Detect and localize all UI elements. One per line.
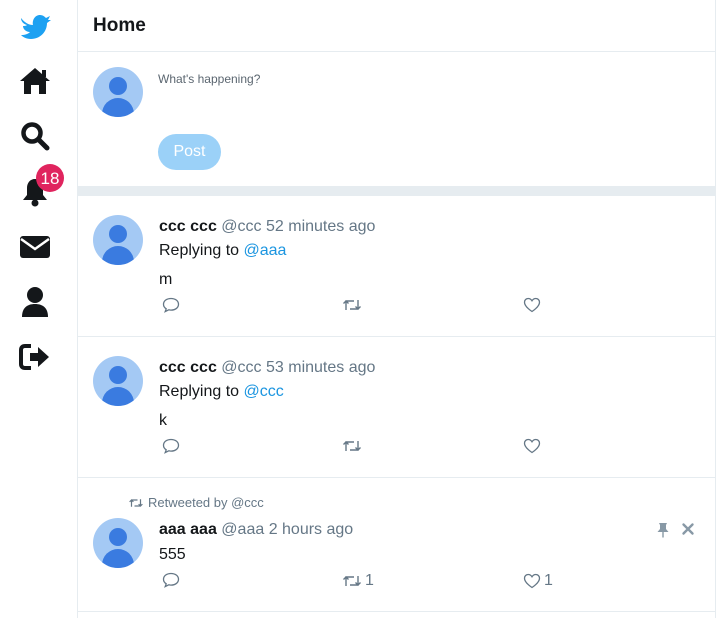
messages-icon[interactable] xyxy=(17,229,53,265)
reply-icon xyxy=(162,438,180,454)
main-column: Home Post ccc ccc @ccc 52 minutes ago Re… xyxy=(78,0,716,618)
tweet-header: ccc ccc @ccc 52 minutes ago xyxy=(159,217,375,237)
tweet[interactable]: ccc ccc @ccc 52 minutes ago Replying to … xyxy=(78,196,715,337)
reply-icon xyxy=(162,297,180,313)
logo-icon[interactable] xyxy=(17,8,53,44)
tweet-text: 555 xyxy=(159,546,186,563)
replying-label: Replying to xyxy=(159,242,240,259)
timestamp[interactable]: 53 minutes ago xyxy=(266,359,375,376)
retweeted-by: Retweeted by @ccc xyxy=(128,495,264,510)
replying-to: Replying to @ccc xyxy=(159,382,284,402)
like-count: 1 xyxy=(544,572,553,589)
reply-button[interactable] xyxy=(162,297,180,313)
retweeted-by-label[interactable]: Retweeted by @ccc xyxy=(148,495,264,510)
page-title: Home xyxy=(93,15,146,36)
reply-button[interactable] xyxy=(162,438,180,454)
avatar[interactable] xyxy=(93,356,143,406)
like-button[interactable] xyxy=(523,297,541,313)
compose-box: Post xyxy=(78,52,715,186)
author-name[interactable]: ccc ccc xyxy=(159,218,217,235)
avatar xyxy=(93,67,143,117)
avatar[interactable] xyxy=(93,518,143,568)
retweet-button[interactable]: 1 xyxy=(342,572,374,590)
avatar[interactable] xyxy=(93,215,143,265)
tweet[interactable]: Retweeted by @ccc aaa aaa @aaa 2 hours a… xyxy=(78,478,715,612)
profile-icon[interactable] xyxy=(17,284,53,320)
author-name[interactable]: aaa aaa xyxy=(159,521,217,538)
retweet-button[interactable] xyxy=(342,438,362,454)
retweet-count: 1 xyxy=(365,572,374,589)
tweet-text: m xyxy=(159,271,173,288)
sidebar: 18 xyxy=(0,0,78,618)
retweet-icon xyxy=(343,576,361,586)
post-button[interactable]: Post xyxy=(158,134,221,170)
home-icon[interactable] xyxy=(17,63,53,99)
retweet-button[interactable] xyxy=(342,297,362,313)
tweet-text: k xyxy=(159,412,167,429)
reply-button[interactable] xyxy=(162,572,180,588)
header: Home xyxy=(78,0,715,52)
retweet-icon xyxy=(343,300,361,310)
tweet-header: ccc ccc @ccc 53 minutes ago xyxy=(159,358,375,378)
reply-icon xyxy=(162,572,180,588)
heart-icon xyxy=(523,297,541,313)
tweet-actions: 1 1 xyxy=(162,572,582,590)
tweet-actions xyxy=(162,297,582,315)
like-button[interactable]: 1 xyxy=(523,572,553,590)
logout-icon[interactable] xyxy=(17,339,53,375)
divider xyxy=(78,186,715,196)
mention-link[interactable]: @ccc xyxy=(244,383,284,400)
author-handle[interactable]: @ccc xyxy=(221,359,261,376)
heart-icon xyxy=(523,573,541,589)
retweet-icon xyxy=(343,441,361,451)
author-name[interactable]: ccc ccc xyxy=(159,359,217,376)
author-handle[interactable]: @ccc xyxy=(221,218,261,235)
mention-link[interactable]: @aaa xyxy=(244,242,287,259)
close-icon[interactable] xyxy=(681,522,695,538)
replying-label: Replying to xyxy=(159,383,240,400)
tweet-header: aaa aaa @aaa 2 hours ago xyxy=(159,520,353,540)
timestamp[interactable]: 2 hours ago xyxy=(269,521,354,538)
heart-icon xyxy=(523,438,541,454)
like-button[interactable] xyxy=(523,438,541,454)
notification-badge: 18 xyxy=(36,164,64,192)
tweet-actions xyxy=(162,438,582,456)
timestamp[interactable]: 52 minutes ago xyxy=(266,218,375,235)
search-icon[interactable] xyxy=(17,118,53,154)
compose-input[interactable] xyxy=(158,72,678,86)
pin-icon[interactable] xyxy=(657,522,669,538)
author-handle[interactable]: @aaa xyxy=(221,521,264,538)
retweet-icon xyxy=(129,498,143,507)
replying-to: Replying to @aaa xyxy=(159,241,286,261)
tweet[interactable]: ccc ccc @ccc 53 minutes ago Replying to … xyxy=(78,337,715,478)
tweet-top-actions xyxy=(657,522,695,538)
